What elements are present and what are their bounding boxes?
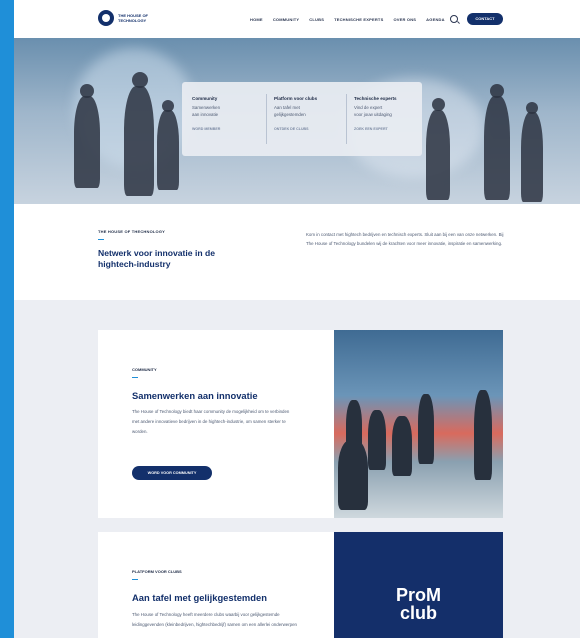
- person-silhouette: [521, 112, 543, 202]
- main-nav: HOME COMMUNITY CLUBS TECHNISCHE EXPERTS …: [250, 17, 445, 22]
- card-link[interactable]: ZOEK EEN EXPERT: [354, 127, 424, 131]
- intro-divider: [98, 239, 104, 240]
- intro-section: THE HOUSE OF THECHNOLOGY Netwerk voor in…: [14, 204, 580, 300]
- prom-club-logo: ProM club: [334, 532, 503, 638]
- card-divider: [266, 94, 267, 144]
- hero-card: Community Samenwerken aan innovatie WORD…: [182, 82, 422, 156]
- card-line: voor jouw uitdaging: [354, 112, 392, 117]
- prom-line-2: club: [399, 603, 437, 623]
- person-silhouette: [392, 416, 412, 476]
- prom-club-logo-text: ProM club: [334, 586, 503, 622]
- community-divider: [132, 377, 138, 378]
- page: THE HOUSE OF TECHNOLOGY HOME COMMUNITY C…: [14, 0, 580, 638]
- hero-card-community[interactable]: Community Samenwerken aan innovatie WORD…: [192, 96, 262, 131]
- hero-card-clubs[interactable]: Platform voor clubs Aan tafel met gelijk…: [274, 96, 344, 131]
- person-silhouette: [418, 394, 434, 464]
- nav-home[interactable]: HOME: [250, 17, 263, 22]
- card-link[interactable]: WORD MEMBER: [192, 127, 262, 131]
- logo-mark-icon: [98, 10, 114, 26]
- person-silhouette: [474, 390, 492, 480]
- hero-card-experts[interactable]: Technische experts Vind de expert voor j…: [354, 96, 424, 131]
- card-link[interactable]: ONTDEK DE CLUBS: [274, 127, 344, 131]
- card-line: Aan tafel met: [274, 105, 300, 110]
- community-text: The House of Technology biedt haar commu…: [132, 409, 290, 434]
- card-line: gelijkgestemden: [274, 112, 306, 117]
- nav-technische-experts[interactable]: TECHNISCHE EXPERTS: [334, 17, 383, 22]
- logo-text: THE HOUSE OF TECHNOLOGY: [118, 13, 149, 23]
- clubs-divider: [132, 579, 138, 580]
- community-button[interactable]: WORD VOOR COMMUNITY: [132, 466, 212, 480]
- site-logo[interactable]: THE HOUSE OF TECHNOLOGY: [98, 10, 168, 26]
- person-silhouette: [157, 110, 179, 190]
- card-title: Community: [192, 96, 218, 101]
- card-title: Platform voor clubs: [274, 96, 318, 101]
- clubs-eyebrow: PLATFORM VOOR CLUBS: [132, 569, 182, 574]
- community-title: Samenwerken aan innovatie: [132, 390, 258, 401]
- community-photo: [334, 330, 503, 518]
- person-silhouette: [74, 96, 100, 188]
- person-silhouette: [484, 96, 510, 200]
- intro-text: Kom in contact met hightech bedrijven en…: [306, 232, 504, 246]
- nav-clubs[interactable]: CLUBS: [309, 17, 324, 22]
- clubs-text: The House of Technology heeft meerdere c…: [132, 612, 297, 627]
- card-line: aan innovatie: [192, 112, 219, 117]
- person-silhouette: [426, 110, 450, 200]
- search-icon[interactable]: [450, 15, 458, 23]
- community-eyebrow: COMMUNITY: [132, 367, 157, 372]
- card-divider: [346, 94, 347, 144]
- left-accent-bar: [0, 0, 14, 638]
- site-header: THE HOUSE OF TECHNOLOGY HOME COMMUNITY C…: [14, 0, 580, 38]
- person-silhouette: [338, 440, 368, 510]
- card-title: Technische experts: [354, 96, 397, 101]
- nav-over-ons[interactable]: OVER ONS: [393, 17, 416, 22]
- nav-community[interactable]: COMMUNITY: [273, 17, 299, 22]
- intro-eyebrow: THE HOUSE OF THECHNOLOGY: [98, 229, 166, 234]
- card-line: Samenwerken: [192, 105, 221, 110]
- prom-line-1: ProM: [396, 585, 441, 605]
- hero-image: Community Samenwerken aan innovatie WORD…: [14, 38, 580, 204]
- contact-button[interactable]: CONTACT: [467, 13, 503, 25]
- clubs-title: Aan tafel met gelijkgestemden: [132, 592, 267, 603]
- nav-agenda[interactable]: AGENDA: [426, 17, 445, 22]
- person-silhouette: [124, 86, 154, 196]
- card-line: Vind de expert: [354, 105, 383, 110]
- intro-title: Netwerk voor innovatie in de hightech-in…: [98, 248, 215, 269]
- person-silhouette: [368, 410, 386, 470]
